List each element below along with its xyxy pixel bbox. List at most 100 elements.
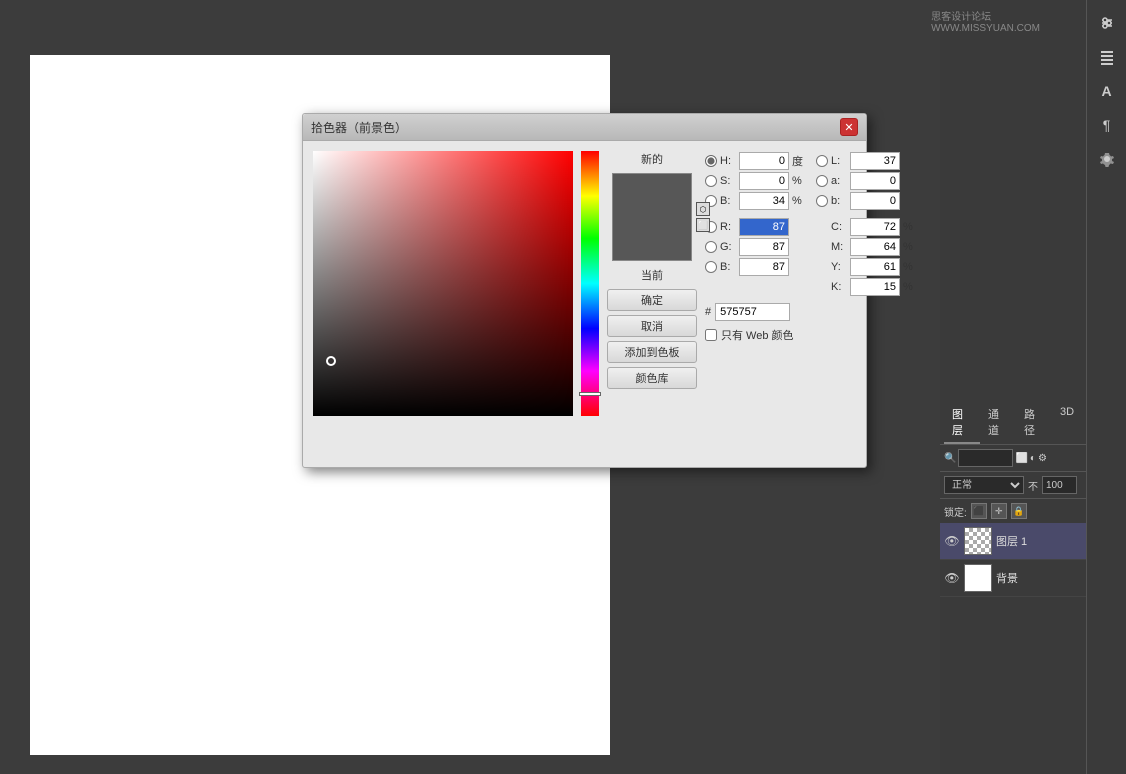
cmyk-m-input[interactable] — [850, 238, 900, 256]
tab-3d[interactable]: 3D — [1052, 402, 1082, 444]
eye-icon-1[interactable]: 👁 — [944, 533, 960, 549]
sat-row: S: % — [705, 172, 808, 190]
green-label: G: — [720, 241, 736, 253]
blue-row: B: — [705, 258, 808, 276]
text-tool-icon[interactable]: A — [1092, 76, 1122, 106]
lab-l-radio[interactable] — [816, 155, 828, 167]
red-row: R: — [705, 218, 808, 236]
hue-row: H: 度 — [705, 152, 808, 170]
sat-unit: % — [792, 175, 808, 187]
layer-item-bg[interactable]: 👁 背景 — [940, 560, 1086, 597]
green-input[interactable] — [739, 238, 789, 256]
paragraph-icon[interactable]: ¶ — [1092, 110, 1122, 140]
green-radio[interactable] — [705, 241, 717, 253]
cmyk-y-label: Y: — [831, 261, 847, 273]
color-gradient-bg[interactable] — [313, 151, 573, 416]
tab-paths[interactable]: 路径 — [1016, 402, 1052, 444]
lab-b-input[interactable] — [850, 192, 900, 210]
preview-current-color — [612, 217, 692, 261]
hue-slider-container[interactable] — [581, 151, 599, 416]
lab-b-radio[interactable] — [816, 195, 828, 207]
hex-input[interactable] — [715, 303, 790, 321]
dialog-titlebar: 拾色器（前景色） ✕ — [303, 114, 866, 141]
blue-radio[interactable] — [705, 261, 717, 273]
sat-input[interactable] — [739, 172, 789, 190]
lab-l-input[interactable] — [850, 152, 900, 170]
blend-mode-row: 正常 不 — [940, 472, 1086, 499]
hue-slider[interactable] — [581, 151, 599, 416]
lab-l-row: L: — [816, 152, 919, 170]
lab-a-row: a: — [816, 172, 919, 190]
hue-label: H: — [720, 155, 736, 167]
dialog-close-button[interactable]: ✕ — [840, 118, 858, 136]
web-colors-row: 只有 Web 颜色 — [705, 327, 919, 343]
lock-label: 锁定: — [944, 504, 967, 519]
dialog-body: 新的 ⬡ ⬜ 当前 确定 取消 添加到色板 颜色库 — [303, 141, 866, 464]
color-value-controls: H: 度 S: % B: — [705, 151, 919, 454]
color-library-button[interactable]: 颜色库 — [607, 367, 697, 389]
lab-a-input[interactable] — [850, 172, 900, 190]
layer-name-bg: 背景 — [996, 570, 1082, 586]
cancel-button[interactable]: 取消 — [607, 315, 697, 337]
right-toolbar: A ¶ — [1086, 0, 1126, 774]
color-picker-dialog: 拾色器（前景色） ✕ 新的 ⬡ ⬜ — [302, 113, 867, 468]
lab-b-row: b: — [816, 192, 919, 210]
layer-thumb-bg — [964, 564, 992, 592]
preview-boxes-wrapper: ⬡ ⬜ — [612, 173, 692, 261]
layer-thumb-1 — [964, 527, 992, 555]
opacity-input[interactable] — [1042, 476, 1077, 494]
cmyk-m-row: M: % — [816, 238, 919, 256]
tab-channels[interactable]: 通道 — [980, 402, 1016, 444]
layer-img-icon[interactable]: ⬜ — [1015, 453, 1027, 464]
cmyk-k-input[interactable] — [850, 278, 900, 296]
cmyk-c-row: C: % — [816, 218, 919, 236]
tab-layers[interactable]: 图层 — [944, 402, 980, 444]
lock-move-btn[interactable]: ✛ — [991, 503, 1007, 519]
adjust-icon[interactable] — [1092, 8, 1122, 38]
lock-pixels-btn[interactable]: ⬛ — [971, 503, 987, 519]
add-swatch-button[interactable]: 添加到色板 — [607, 341, 697, 363]
sat-label: S: — [720, 175, 736, 187]
brightness-input[interactable] — [739, 192, 789, 210]
cmyk-y-row: Y: % — [816, 258, 919, 276]
dialog-title: 拾色器（前景色） — [311, 119, 407, 136]
hex-row: # — [705, 303, 919, 321]
brightness-unit: % — [792, 195, 808, 207]
panel-tabs: 图层 通道 路径 3D — [940, 400, 1086, 445]
cmyk-m-unit: % — [903, 241, 919, 253]
lab-a-radio[interactable] — [816, 175, 828, 187]
new-label: 新的 — [641, 151, 663, 167]
panel-controls-row: 🔍 ⬜ ◐ ⚙ — [940, 445, 1086, 472]
layer-adjust-icon[interactable]: ◐ — [1030, 453, 1036, 464]
blend-mode-select[interactable]: 正常 — [944, 476, 1024, 494]
two-column-inputs: H: 度 S: % B: — [705, 151, 919, 297]
hue-unit: 度 — [792, 153, 808, 169]
hue-input[interactable] — [739, 152, 789, 170]
gradient-dark-overlay — [313, 151, 573, 416]
sat-radio[interactable] — [705, 175, 717, 187]
preview-new-color — [612, 173, 692, 217]
layer-item-1[interactable]: 👁 图层 1 — [940, 523, 1086, 560]
web-colors-checkbox[interactable] — [705, 329, 717, 341]
cmyk-y-unit: % — [903, 261, 919, 273]
blue-input[interactable] — [739, 258, 789, 276]
red-input[interactable] — [739, 218, 789, 236]
red-label: R: — [720, 221, 736, 233]
hue-radio[interactable] — [705, 155, 717, 167]
settings-icon[interactable] — [1092, 144, 1122, 174]
eye-icon-bg[interactable]: 👁 — [944, 570, 960, 586]
layer-effects-icon[interactable]: ⚙ — [1038, 453, 1047, 464]
cmyk-k-label: K: — [831, 281, 847, 293]
type-filter-input[interactable] — [958, 449, 1013, 467]
lab-a-label: a: — [831, 175, 847, 187]
confirm-button[interactable]: 确定 — [607, 289, 697, 311]
preview-section: 新的 ⬡ ⬜ 当前 确定 取消 添加到色板 颜色库 — [607, 151, 697, 454]
cmyk-y-input[interactable] — [850, 258, 900, 276]
search-icon: 🔍 — [944, 453, 956, 464]
lock-all-btn[interactable]: 🔒 — [1011, 503, 1027, 519]
stamp-icon[interactable] — [1092, 42, 1122, 72]
brightness-label: B: — [720, 195, 736, 207]
cmyk-c-label: C: — [831, 221, 847, 233]
gradient-picker-area[interactable] — [313, 151, 573, 454]
cmyk-c-input[interactable] — [850, 218, 900, 236]
